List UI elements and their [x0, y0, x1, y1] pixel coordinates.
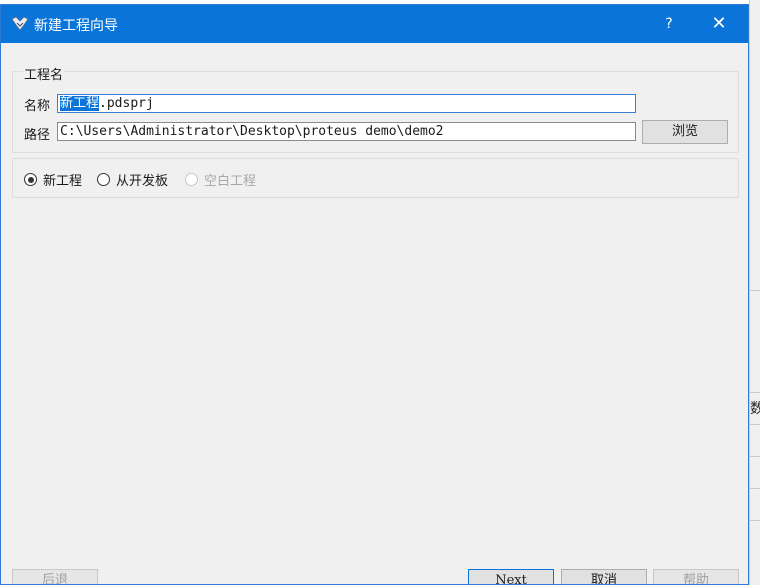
window-title: 新建工程向导 [34, 18, 118, 34]
new-project-wizard-dialog: 新建工程向导 ? ✕ 工程名 名称 新工程.pdsprj 路径 C:\Users… [0, 4, 749, 585]
path-label: 路径 [24, 128, 51, 143]
close-icon[interactable]: ✕ [704, 11, 734, 37]
radio-from-dev-board[interactable]: 从开发板 [97, 170, 168, 189]
background-divider [750, 392, 760, 393]
help-icon[interactable]: ? [657, 13, 681, 35]
radio-checked-indicator [24, 173, 37, 186]
radio-label: 新工程 [43, 174, 83, 189]
project-type-options: 新工程 从开发板 空白工程 [12, 158, 739, 198]
title-bar[interactable]: 新建工程向导 ? ✕ [1, 5, 748, 43]
radio-label: 空白工程 [204, 174, 257, 189]
project-name-input[interactable]: 新工程.pdsprj [57, 94, 636, 113]
next-button[interactable]: Next [468, 569, 554, 584]
background-divider [750, 488, 760, 489]
background-divider [750, 290, 760, 291]
cancel-button[interactable]: 取消 [561, 569, 647, 584]
radio-blank-project: 空白工程 [185, 170, 256, 189]
selected-text: 新工程 [60, 96, 100, 111]
name-extension: .pdsprj [99, 96, 154, 111]
project-path-input[interactable]: C:\Users\Administrator\Desktop\proteus d… [57, 122, 636, 141]
app-logo-icon [11, 17, 29, 31]
name-label: 名称 [24, 99, 51, 114]
browse-button[interactable]: 浏览 [642, 120, 728, 144]
radio-indicator [185, 173, 198, 186]
help-button[interactable]: 帮助 [653, 569, 739, 584]
background-text: 数 [750, 401, 760, 417]
back-button[interactable]: 后退 [12, 569, 98, 584]
radio-label: 从开发板 [116, 174, 169, 189]
project-name-group: 工程名 名称 新工程.pdsprj 路径 C:\Users\Administra… [12, 64, 739, 153]
background-divider [750, 456, 760, 457]
group-title: 工程名 [23, 64, 65, 83]
background-window: 数 [749, 0, 760, 585]
radio-new-project[interactable]: 新工程 [24, 170, 82, 189]
radio-indicator [97, 173, 110, 186]
background-divider [750, 424, 760, 425]
background-divider [750, 520, 760, 521]
